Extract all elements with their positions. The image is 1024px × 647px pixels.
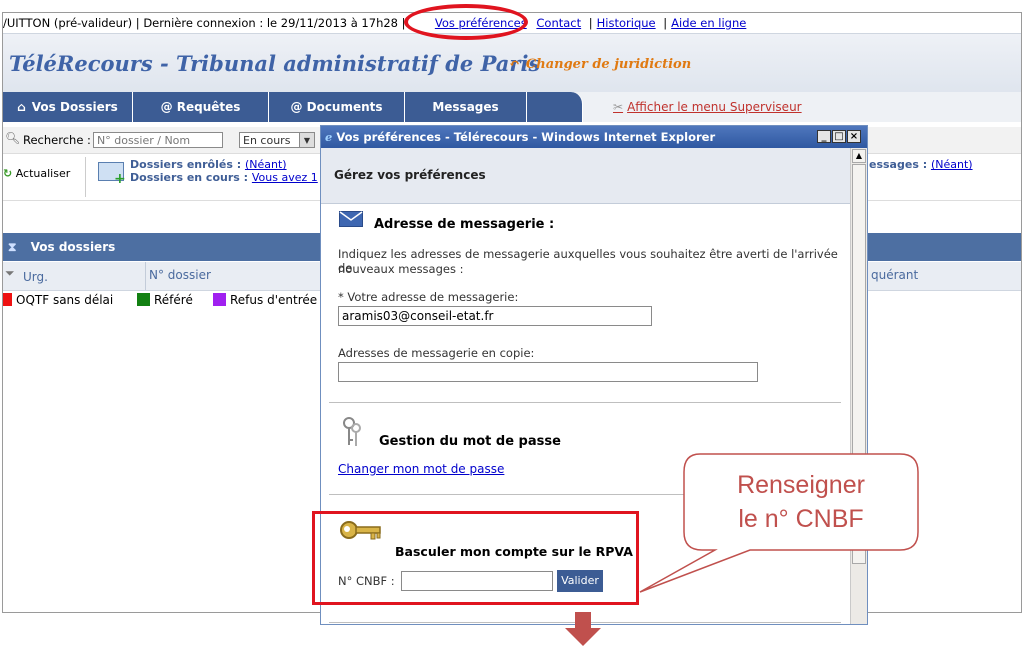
folder-icon: +: [98, 159, 126, 186]
callout-line-2: le n° CNBF: [738, 505, 864, 533]
down-arrow-icon: [565, 612, 601, 646]
main-nav: ⌂ Vos Dossiers @ Requêtes @ Documents Mes…: [3, 92, 1021, 122]
tab-documents[interactable]: @ Documents: [269, 92, 405, 122]
maximize-button[interactable]: □: [832, 130, 846, 143]
col-urg[interactable]: Urg.: [23, 270, 48, 284]
tab-messages[interactable]: Messages: [405, 92, 527, 122]
superviseur-link[interactable]: ✂ Afficher le menu Superviseur: [613, 100, 802, 114]
divider: [329, 402, 841, 403]
cc-email-field[interactable]: [338, 362, 758, 382]
tab-requetes[interactable]: @ Requêtes: [133, 92, 269, 122]
enroles-link[interactable]: (Néant): [245, 158, 287, 171]
tab-end: [527, 92, 583, 122]
col-requerant[interactable]: quérant: [871, 268, 918, 282]
app-title: TéléRecours - Tribunal administratif de …: [9, 51, 541, 76]
contact-link[interactable]: Contact: [536, 16, 581, 30]
user-info: /UITTON (pré-valideur) | Dernière connex…: [3, 16, 406, 30]
refresh-button[interactable]: ↻ Actualiser: [3, 167, 70, 180]
title-bar: TéléRecours - Tribunal administratif de …: [3, 34, 1021, 92]
close-button[interactable]: ×: [847, 130, 861, 143]
divider: [85, 157, 86, 197]
callout-text: Renseigner le n° CNBF: [684, 468, 918, 536]
popup-window-title: Vos préférences - Télérecours - Windows …: [336, 130, 716, 144]
email-label: * Votre adresse de messagerie:: [338, 290, 519, 304]
search-label: Recherche :: [23, 133, 91, 147]
legend-item: Référé: [137, 293, 193, 307]
chevron-down-icon: ▼: [299, 133, 314, 147]
hourglass-icon: ⧗: [8, 240, 17, 254]
legend-item: Refus d'entrée: [213, 293, 317, 307]
keys-icon: [341, 416, 363, 448]
enroles-label: Dossiers enrôlés :: [130, 158, 242, 171]
historique-link[interactable]: Historique: [597, 16, 656, 30]
mail-description-2: nouveaux messages :: [338, 262, 464, 276]
search-icon: 🔍︎: [5, 131, 21, 145]
change-password-link[interactable]: Changer mon mot de passe: [338, 462, 504, 476]
search-input[interactable]: N° dossier / Nom: [93, 132, 223, 148]
mail-section-title: Adresse de messagerie :: [374, 217, 555, 232]
en-cours-link[interactable]: Vous avez 1: [252, 171, 318, 184]
tools-icon: ✂: [613, 100, 624, 114]
scroll-up-arrow-icon[interactable]: ▲: [852, 149, 866, 163]
popup-titlebar: e Vos préférences - Télérecours - Window…: [321, 126, 867, 148]
envelope-icon: [339, 211, 363, 227]
refresh-icon: ↻: [3, 167, 13, 180]
email-field[interactable]: aramis03@conseil-etat.fr: [338, 306, 652, 326]
popup-heading: Gérez vos préférences: [334, 168, 486, 182]
messages-link[interactable]: (Néant): [931, 158, 973, 171]
filter-icon[interactable]: ⏷: [5, 266, 15, 281]
legend-item: OQTF sans délai: [3, 293, 113, 307]
rpva-highlight-box: [312, 511, 639, 605]
status-select[interactable]: En cours ▼: [239, 132, 315, 148]
messages-label: essages :: [869, 158, 928, 171]
tab-vos-dossiers[interactable]: ⌂ Vos Dossiers: [3, 92, 133, 122]
home-icon: ⌂: [17, 100, 26, 114]
en-cours-label: Dossiers en cours :: [130, 171, 249, 184]
col-numero[interactable]: N° dossier: [149, 268, 211, 282]
highlight-oval: [404, 4, 528, 40]
password-section-title: Gestion du mot de passe: [379, 434, 561, 449]
popup-heading-bar: Gérez vos préférences: [321, 148, 850, 204]
ie-icon: e: [325, 130, 333, 144]
cc-label: Adresses de messagerie en copie:: [338, 346, 535, 360]
callout-line-1: Renseigner: [737, 471, 865, 499]
change-juris-link[interactable]: ↶ Changer de juridiction: [509, 57, 691, 72]
dossiers-title: Vos dossiers: [30, 240, 116, 254]
back-arrow-icon: ↶: [509, 57, 520, 72]
minimize-button[interactable]: _: [817, 130, 831, 143]
aide-link[interactable]: Aide en ligne: [671, 16, 746, 30]
